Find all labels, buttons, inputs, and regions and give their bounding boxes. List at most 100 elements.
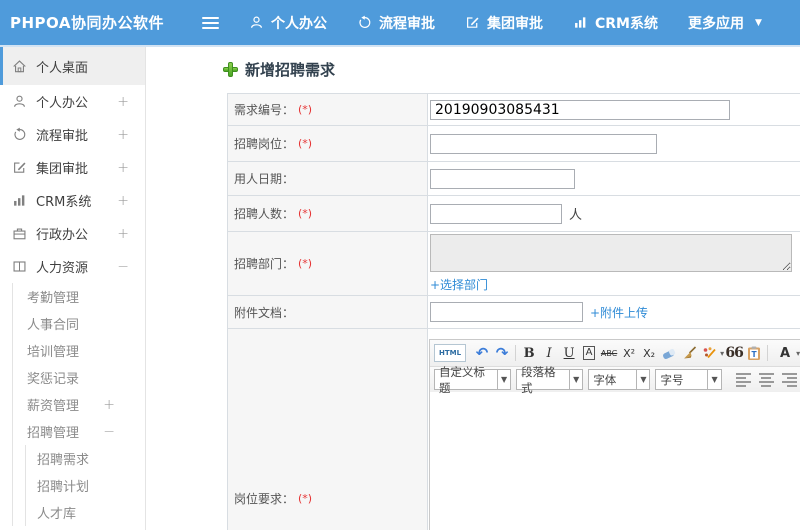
nav-label: CRM系统: [595, 15, 658, 32]
hr-submenu: 考勤管理 人事合同 培训管理 奖惩记录 薪资管理 + 招聘管理 − 招聘需求 招聘计…: [12, 283, 145, 526]
paste-button[interactable]: T: [744, 343, 764, 364]
sidebar-item-personal-office[interactable]: 个人办公 +: [0, 85, 145, 118]
cycle-arrow-icon: [359, 15, 371, 28]
nav-crm-system[interactable]: CRM系统: [573, 13, 658, 33]
subscript-button[interactable]: X₂: [639, 343, 659, 364]
sidebar-item-personal-desktop[interactable]: 个人桌面: [0, 47, 145, 85]
nav-more-apps[interactable]: 更多应用 ▼: [688, 13, 762, 33]
demand-no-input[interactable]: [430, 99, 730, 120]
expand-plus-icon[interactable]: +: [117, 127, 129, 143]
sidebar-item-label: 流程审批: [36, 129, 89, 144]
html-source-button[interactable]: HTML: [434, 344, 467, 362]
collapse-minus-icon[interactable]: −: [117, 259, 129, 275]
book-icon: [13, 261, 26, 272]
sidebar-item-group-approval[interactable]: 集团审批 +: [0, 151, 145, 184]
sidebar-item-recruit-demand[interactable]: 招聘需求: [26, 445, 145, 472]
underline-button[interactable]: U: [559, 343, 579, 364]
form-row-department: 招聘部门： (*) +选择部门: [228, 232, 800, 296]
nav-process-approval[interactable]: 流程审批: [357, 13, 435, 33]
chevron-down-icon[interactable]: ▼: [636, 370, 649, 389]
strikethrough-button[interactable]: ABC: [599, 343, 619, 364]
sidebar-item-process-approval[interactable]: 流程审批 +: [0, 118, 145, 151]
green-plus-icon: [223, 62, 238, 77]
expand-plus-icon[interactable]: +: [117, 226, 129, 242]
expand-plus-icon[interactable]: +: [117, 160, 129, 176]
sidebar-item-human-resources[interactable]: 人力资源 −: [0, 250, 145, 283]
sidebar-item-attendance-mgmt[interactable]: 考勤管理: [13, 283, 145, 310]
sidebar-item-crm-system[interactable]: CRM系统 +: [0, 184, 145, 217]
superscript-button[interactable]: X²: [619, 343, 639, 364]
nav-label: 更多应用: [688, 15, 744, 32]
nav-personal-office[interactable]: 个人办公: [249, 13, 327, 33]
field-label: 招聘人数： (*): [228, 196, 428, 231]
font-family-select[interactable]: 字体 ▼: [588, 369, 651, 390]
sidebar-item-recruit-plan[interactable]: 招聘计划: [26, 472, 145, 499]
attachment-input[interactable]: [430, 302, 583, 322]
select-department-link[interactable]: +选择部门: [430, 276, 488, 293]
bar-chart-icon: [14, 195, 25, 206]
doodle-color-button[interactable]: [699, 343, 719, 364]
paragraph-format-select[interactable]: 段落格式 ▼: [516, 365, 584, 395]
attachment-upload-link[interactable]: +附件上传: [590, 304, 648, 321]
person-icon: [14, 95, 25, 107]
nav-group-approval[interactable]: 集团审批: [465, 13, 543, 33]
hire-date-input[interactable]: [430, 168, 575, 189]
clipboard-icon: T: [748, 346, 761, 360]
sidebar-item-personnel-contract[interactable]: 人事合同: [13, 310, 145, 337]
sidebar-item-label: 薪资管理: [27, 399, 80, 414]
main-content: 新增招聘需求 需求编号： (*) 招聘岗位： (*): [146, 47, 800, 530]
expand-plus-icon[interactable]: +: [103, 397, 115, 413]
nav-label: 集团审批: [487, 15, 543, 32]
italic-button[interactable]: I: [539, 343, 559, 364]
svg-text:T: T: [752, 350, 758, 359]
label-text: 附件文档：: [234, 305, 295, 320]
font-size-select[interactable]: 字号 ▼: [655, 369, 722, 390]
expand-plus-icon[interactable]: +: [117, 94, 129, 110]
char-border-button[interactable]: A: [582, 346, 596, 360]
collapse-minus-icon[interactable]: −: [103, 424, 115, 440]
recruitment-submenu: 招聘需求 招聘计划 人才库: [25, 445, 145, 526]
label-text: 岗位要求：: [234, 492, 295, 506]
position-input[interactable]: [430, 133, 657, 154]
sidebar-item-label: 招聘管理: [27, 426, 80, 441]
redo-button[interactable]: ↷: [492, 343, 512, 364]
broom-icon: [683, 346, 696, 359]
sidebar-item-recruitment-mgmt[interactable]: 招聘管理 −: [13, 418, 145, 445]
editor-content-area[interactable]: [430, 392, 800, 530]
expand-plus-icon[interactable]: +: [117, 193, 129, 209]
undo-button[interactable]: ↶: [472, 343, 492, 364]
headcount-input[interactable]: [430, 203, 562, 224]
blockquote-button[interactable]: 66: [724, 343, 744, 364]
bar-chart-icon: [575, 17, 586, 28]
sidebar-item-label: CRM系统: [36, 195, 92, 210]
required-mark: (*): [298, 257, 313, 270]
label-text: 用人日期：: [234, 172, 295, 186]
sidebar-item-talent-pool[interactable]: 人才库: [26, 499, 145, 526]
field-label: 用人日期：: [228, 162, 428, 195]
align-left-button[interactable]: [735, 372, 751, 387]
bold-button[interactable]: B: [519, 343, 539, 364]
department-textarea[interactable]: [430, 234, 792, 272]
sidebar-item-reward-punishment[interactable]: 奖惩记录: [13, 364, 145, 391]
chevron-down-icon[interactable]: ▼: [707, 370, 720, 389]
form-row-demand-no: 需求编号： (*): [228, 94, 800, 126]
recruit-demand-form: 需求编号： (*) 招聘岗位： (*): [227, 93, 800, 530]
align-center-button[interactable]: [758, 372, 774, 387]
align-right-button[interactable]: [781, 372, 797, 387]
chevron-down-icon[interactable]: ▼: [569, 370, 582, 389]
sidebar: 个人桌面 个人办公 + 流程审批 + 集团审批 + CRM系统 + 行政办公 +…: [0, 47, 146, 530]
chevron-down-icon[interactable]: ▼: [755, 18, 762, 28]
sidebar-item-label: 奖惩记录: [27, 372, 80, 387]
app-window: PHPOA协同办公软件 个人办公 流程审批 集团审批 CRM系统 更多应用 ▼: [0, 0, 800, 530]
sidebar-item-training-mgmt[interactable]: 培训管理: [13, 337, 145, 364]
sidebar-item-admin-office[interactable]: 行政办公 +: [0, 217, 145, 250]
font-color-button[interactable]: A: [775, 343, 795, 364]
menu-toggle-icon[interactable]: [202, 14, 219, 32]
form-row-requirement: 岗位要求： (*) HTML ↶ ↷ B I U A ABC X² X₂ ▾ 6…: [228, 329, 800, 530]
eraser-button[interactable]: [659, 343, 679, 364]
sidebar-item-salary-mgmt[interactable]: 薪资管理 +: [13, 391, 145, 418]
format-brush-button[interactable]: [679, 343, 699, 364]
chevron-down-icon[interactable]: ▼: [497, 370, 510, 389]
label-text: 招聘人数：: [234, 207, 295, 221]
custom-heading-select[interactable]: 自定义标题 ▼: [434, 365, 512, 395]
